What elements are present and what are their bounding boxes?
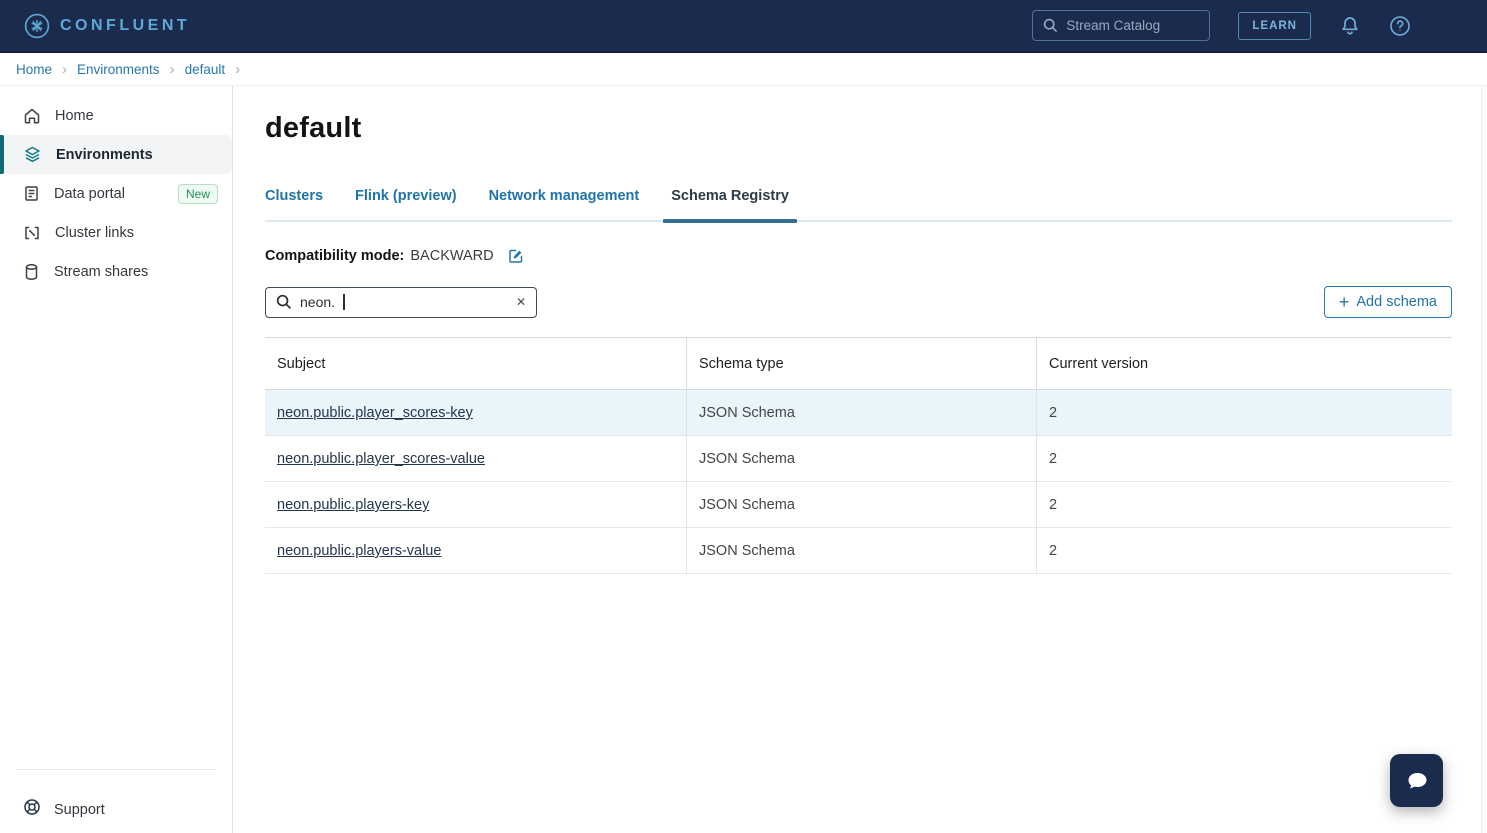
table-row[interactable]: neon.public.players-value JSON Schema 2 — [265, 528, 1452, 574]
schema-search-input[interactable]: neon. ✕ — [265, 287, 537, 318]
notifications-button[interactable] — [1339, 15, 1361, 37]
topbar-actions: LEARN — [1032, 10, 1463, 41]
sidebar-item-home[interactable]: Home — [0, 96, 232, 135]
tab-schema-registry[interactable]: Schema Registry — [671, 188, 789, 220]
table-row[interactable]: neon.public.player_scores-value JSON Sch… — [265, 436, 1452, 482]
confluent-brand[interactable]: CONFLUENT — [24, 13, 190, 39]
support-label: Support — [54, 802, 105, 818]
search-icon — [276, 294, 292, 310]
subject-link[interactable]: neon.public.player_scores-value — [277, 451, 485, 467]
new-badge: New — [178, 184, 218, 204]
cluster-links-icon — [23, 224, 41, 242]
edit-pencil-icon — [508, 248, 524, 264]
sidebar-item-label: Data portal — [54, 186, 125, 202]
scrollbar[interactable] — [1481, 86, 1487, 833]
tab-network-management[interactable]: Network management — [489, 188, 640, 220]
text-cursor — [343, 294, 345, 310]
lifebuoy-icon — [23, 798, 41, 821]
subject-link[interactable]: neon.public.players-key — [277, 497, 429, 513]
schema-type-cell: JSON Schema — [687, 528, 1037, 573]
layers-icon — [23, 145, 42, 164]
subject-link[interactable]: neon.public.players-value — [277, 543, 441, 559]
table-header: Subject Schema type Current version — [265, 337, 1452, 390]
breadcrumb: Home › Environments › default › — [0, 53, 1487, 86]
breadcrumb-environments[interactable]: Environments — [77, 62, 160, 77]
current-version-cell: 2 — [1037, 390, 1452, 435]
sidebar-item-label: Stream shares — [54, 264, 148, 280]
schema-search-value: neon. — [300, 294, 335, 310]
tab-bar: Clusters Flink (preview) Network managem… — [265, 188, 1452, 222]
chat-bubble-icon — [1403, 767, 1431, 795]
bell-icon — [1339, 15, 1361, 37]
tab-clusters[interactable]: Clusters — [265, 188, 323, 220]
compatibility-mode-row: Compatibility mode: BACKWARD — [265, 248, 1452, 264]
edit-compatibility-button[interactable] — [508, 248, 524, 264]
learn-button[interactable]: LEARN — [1238, 12, 1311, 40]
plus-icon: + — [1339, 295, 1350, 309]
current-version-cell: 2 — [1037, 528, 1452, 573]
compatibility-mode-value: BACKWARD — [410, 248, 493, 264]
sidebar: Home Environments Data portal New Cluste… — [0, 86, 233, 833]
stream-catalog-search[interactable] — [1032, 10, 1210, 41]
sidebar-item-label: Cluster links — [55, 225, 134, 241]
chevron-right-icon: › — [62, 61, 67, 77]
schema-type-cell: JSON Schema — [687, 390, 1037, 435]
subject-link[interactable]: neon.public.player_scores-key — [277, 405, 473, 421]
table-row[interactable]: neon.public.players-key JSON Schema 2 — [265, 482, 1452, 528]
schema-type-cell: JSON Schema — [687, 436, 1037, 481]
chevron-right-icon: › — [235, 61, 240, 77]
column-header-subject: Subject — [265, 338, 687, 389]
brand-name: CONFLUENT — [60, 17, 190, 35]
breadcrumb-default[interactable]: default — [185, 62, 226, 77]
sidebar-item-cluster-links[interactable]: Cluster links — [0, 213, 232, 252]
clear-search-button[interactable]: ✕ — [516, 296, 526, 308]
schema-table: Subject Schema type Current version neon… — [265, 337, 1452, 574]
question-circle-icon — [1389, 15, 1411, 37]
sidebar-item-label: Home — [55, 108, 94, 124]
chevron-right-icon: › — [170, 61, 175, 77]
add-schema-label: Add schema — [1356, 294, 1437, 310]
table-toolbar: neon. ✕ + Add schema — [265, 286, 1452, 318]
home-icon — [23, 107, 41, 125]
sidebar-divider — [16, 769, 216, 770]
column-header-current-version: Current version — [1037, 338, 1452, 389]
table-row[interactable]: neon.public.player_scores-key JSON Schem… — [265, 390, 1452, 436]
top-navbar: CONFLUENT LEARN — [0, 0, 1487, 53]
search-icon — [1043, 18, 1058, 33]
chat-launcher-button[interactable] — [1390, 754, 1443, 807]
sidebar-item-environments[interactable]: Environments — [0, 135, 232, 174]
sidebar-item-stream-shares[interactable]: Stream shares — [0, 252, 232, 291]
current-version-cell: 2 — [1037, 482, 1452, 527]
column-header-schema-type: Schema type — [687, 338, 1037, 389]
schema-type-cell: JSON Schema — [687, 482, 1037, 527]
sidebar-item-label: Environments — [56, 147, 153, 163]
database-cylinder-icon — [23, 263, 40, 281]
stream-catalog-input[interactable] — [1066, 18, 1199, 33]
breadcrumb-home[interactable]: Home — [16, 62, 52, 77]
help-button[interactable] — [1389, 15, 1411, 37]
sidebar-bottom: Support — [0, 769, 232, 833]
confluent-logo-icon — [24, 13, 50, 39]
tab-flink-preview[interactable]: Flink (preview) — [355, 188, 457, 220]
hamburger-menu-button[interactable] — [1439, 17, 1463, 35]
main-content: default Clusters Flink (preview) Network… — [233, 86, 1487, 833]
document-icon — [23, 185, 40, 202]
current-version-cell: 2 — [1037, 436, 1452, 481]
sidebar-item-data-portal[interactable]: Data portal New — [0, 174, 232, 213]
add-schema-button[interactable]: + Add schema — [1324, 286, 1452, 318]
sidebar-item-support[interactable]: Support — [0, 798, 232, 821]
page-title: default — [265, 112, 1452, 145]
compatibility-mode-label: Compatibility mode: — [265, 248, 404, 264]
